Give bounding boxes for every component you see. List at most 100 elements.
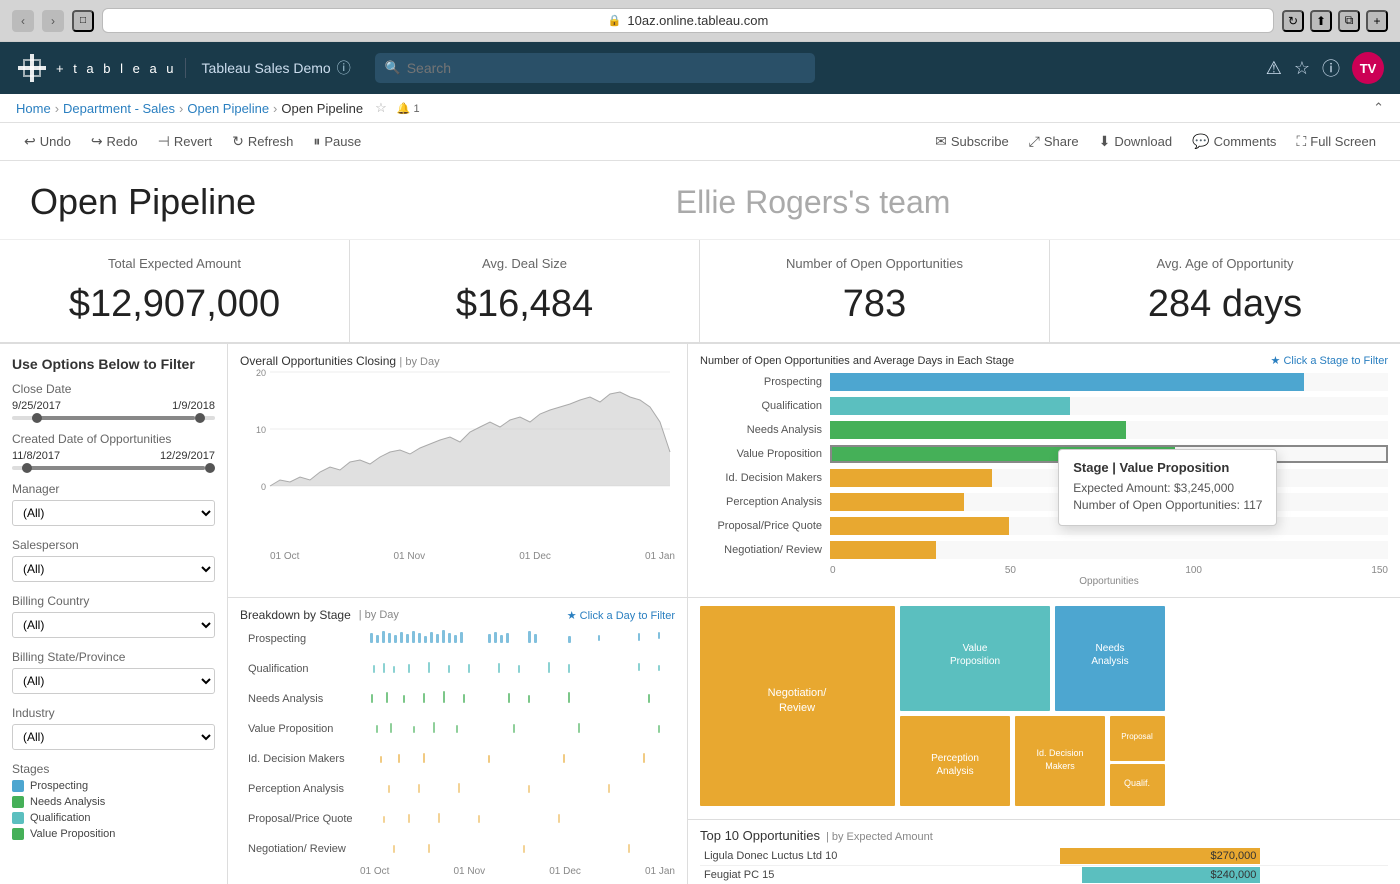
- fullscreen-label: Full Screen: [1310, 134, 1376, 149]
- info-icon[interactable]: ⓘ: [1322, 55, 1340, 81]
- browser-chrome: ‹ › □ 🔒 10az.online.tableau.com ↻ ⬆ ⧉ +: [0, 0, 1400, 42]
- lock-icon: 🔒: [608, 14, 622, 27]
- billing-state-label: Billing State/Province: [12, 650, 215, 664]
- revert-button[interactable]: ⊣ Revert: [150, 129, 221, 154]
- top10-header: Top 10 Opportunities | by Expected Amoun…: [700, 828, 1388, 843]
- bar-x-100: 100: [1185, 565, 1202, 576]
- bar-fill-prospecting: [830, 373, 1304, 391]
- qualification-dots-svg: [368, 657, 667, 681]
- refresh-button[interactable]: ↻ Refresh: [224, 129, 301, 154]
- share-label: Share: [1044, 134, 1079, 149]
- breadcrumb-dept[interactable]: Department - Sales: [63, 101, 175, 116]
- undo-label: Undo: [40, 134, 71, 149]
- close-date-thumb-left[interactable]: [32, 413, 42, 423]
- share-button[interactable]: ⤢ Share: [1021, 129, 1087, 154]
- top10-bar-cell: $270,000: [1060, 847, 1388, 866]
- manager-select[interactable]: (All): [12, 500, 215, 526]
- bar-row-prospecting: Prospecting: [700, 373, 1388, 391]
- pause-button[interactable]: ⏸ Pause: [305, 129, 369, 154]
- collapse-icon[interactable]: ⌃: [1373, 100, 1384, 116]
- industry-label: Industry: [12, 706, 215, 720]
- created-date-thumb-right[interactable]: [205, 463, 215, 473]
- billing-state-select[interactable]: (All): [12, 668, 215, 694]
- created-date-thumb-left[interactable]: [22, 463, 32, 473]
- refresh-label: Refresh: [248, 134, 294, 149]
- redo-button[interactable]: ↪ Redo: [83, 129, 146, 154]
- kpi-total-amount-value: $12,907,000: [24, 283, 325, 326]
- star-icon[interactable]: ☆: [1294, 58, 1310, 79]
- treemap-svg: Negotiation/ Review Value Proposition Ne…: [700, 606, 1388, 806]
- share-button[interactable]: ⬆: [1310, 10, 1332, 32]
- bar-fill-proposal: [830, 517, 1009, 535]
- breakdown-row-needs: Needs Analysis: [240, 684, 675, 714]
- download-button[interactable]: ⬇ Download: [1091, 129, 1181, 154]
- fullscreen-button[interactable]: ⛶ Full Screen: [1288, 129, 1384, 154]
- bar-chart-title-text: Number of Open Opportunities and Average…: [700, 355, 1014, 367]
- comments-label: Comments: [1214, 134, 1277, 149]
- breakdown-dots-prospecting: [368, 627, 667, 651]
- billing-country-select[interactable]: (All): [12, 612, 215, 638]
- breakdown-label-value: Value Proposition: [248, 723, 368, 735]
- breakdown-filter-link[interactable]: ★ Click a Day to Filter: [567, 609, 675, 622]
- industry-select[interactable]: (All): [12, 724, 215, 750]
- closing-chart-title: Overall Opportunities Closing | by Day: [240, 354, 675, 368]
- fullscreen-icon: ⛶: [1296, 133, 1306, 150]
- bar-chart-filter-link[interactable]: ★ Click a Stage to Filter: [1271, 354, 1388, 367]
- breadcrumb-pipeline[interactable]: Open Pipeline: [187, 101, 269, 116]
- alert-icon[interactable]: ⚠: [1266, 58, 1282, 79]
- breadcrumb-home[interactable]: Home: [16, 101, 51, 116]
- back-button[interactable]: ‹: [12, 10, 34, 32]
- legend-qualification: Qualification: [12, 812, 215, 824]
- comments-icon: 💬: [1192, 133, 1209, 150]
- x-label-nov: 01 Nov: [394, 551, 426, 562]
- svg-text:Id. Decision: Id. Decision: [1036, 748, 1083, 758]
- manager-label: Manager: [12, 482, 215, 496]
- top10-subtitle: | by Expected Amount: [826, 831, 933, 843]
- tooltip-opps-value: 117: [1243, 498, 1262, 512]
- created-date-label: Created Date of Opportunities: [12, 432, 215, 446]
- breakdown-dots-negotiation: [368, 837, 667, 861]
- created-date-start: 11/8/2017: [12, 450, 60, 462]
- legend-qual-dot: [12, 812, 24, 824]
- redo-label: Redo: [107, 134, 138, 149]
- comments-button[interactable]: 💬 Comments: [1184, 129, 1284, 154]
- revert-label: Revert: [174, 134, 212, 149]
- undo-button[interactable]: ↩ Undo: [16, 129, 79, 154]
- created-date-slider[interactable]: [12, 466, 215, 470]
- bar-row-id-decision: Id. Decision Makers: [700, 469, 1388, 487]
- new-tab-button[interactable]: +: [1366, 10, 1388, 32]
- app-name: Tableau Sales Demo ⓘ: [185, 58, 351, 78]
- kpi-row: Total Expected Amount $12,907,000 Avg. D…: [0, 240, 1400, 344]
- breakdown-label-prospecting: Prospecting: [248, 633, 368, 645]
- industry-filter: Industry (All): [12, 706, 215, 750]
- salesperson-select[interactable]: (All): [12, 556, 215, 582]
- subscribe-button[interactable]: ✉ Subscribe: [927, 129, 1017, 154]
- url-text: 10az.online.tableau.com: [627, 13, 768, 28]
- avatar[interactable]: TV: [1352, 52, 1384, 84]
- bar-x-50: 50: [1005, 565, 1016, 576]
- close-date-slider[interactable]: [12, 416, 215, 420]
- close-date-end: 1/9/2018: [172, 400, 215, 412]
- legend-value-prop: Value Proposition: [12, 828, 215, 840]
- chart-top-row: Overall Opportunities Closing | by Day 2…: [228, 344, 1400, 598]
- bar-label-id-decision: Id. Decision Makers: [700, 472, 830, 484]
- charts-area: Overall Opportunities Closing | by Day 2…: [228, 344, 1400, 884]
- bookmark-star-icon[interactable]: ☆: [375, 100, 387, 116]
- url-bar[interactable]: 🔒 10az.online.tableau.com: [102, 8, 1274, 33]
- breadcrumb-current: Open Pipeline: [281, 101, 363, 116]
- tooltip-opps: Number of Open Opportunities: 117: [1073, 498, 1262, 512]
- close-date-label: Close Date: [12, 382, 215, 396]
- tabs-button[interactable]: ⧉: [1338, 10, 1360, 32]
- app-name-text: Tableau Sales Demo: [202, 60, 331, 76]
- closing-chart-title-text: Overall Opportunities Closing: [240, 354, 396, 368]
- svg-text:Proposal: Proposal: [1121, 732, 1153, 741]
- window-button[interactable]: □: [72, 10, 94, 32]
- bar-x-150: 150: [1371, 565, 1388, 576]
- close-date-thumb-right[interactable]: [195, 413, 205, 423]
- forward-button[interactable]: ›: [42, 10, 64, 32]
- search-input[interactable]: [375, 53, 815, 83]
- stages-label: Stages: [12, 762, 215, 776]
- reload-button[interactable]: ↻: [1282, 10, 1304, 32]
- created-date-end: 12/29/2017: [160, 450, 215, 462]
- tableau-logo: + t a b l e a u: [16, 52, 177, 84]
